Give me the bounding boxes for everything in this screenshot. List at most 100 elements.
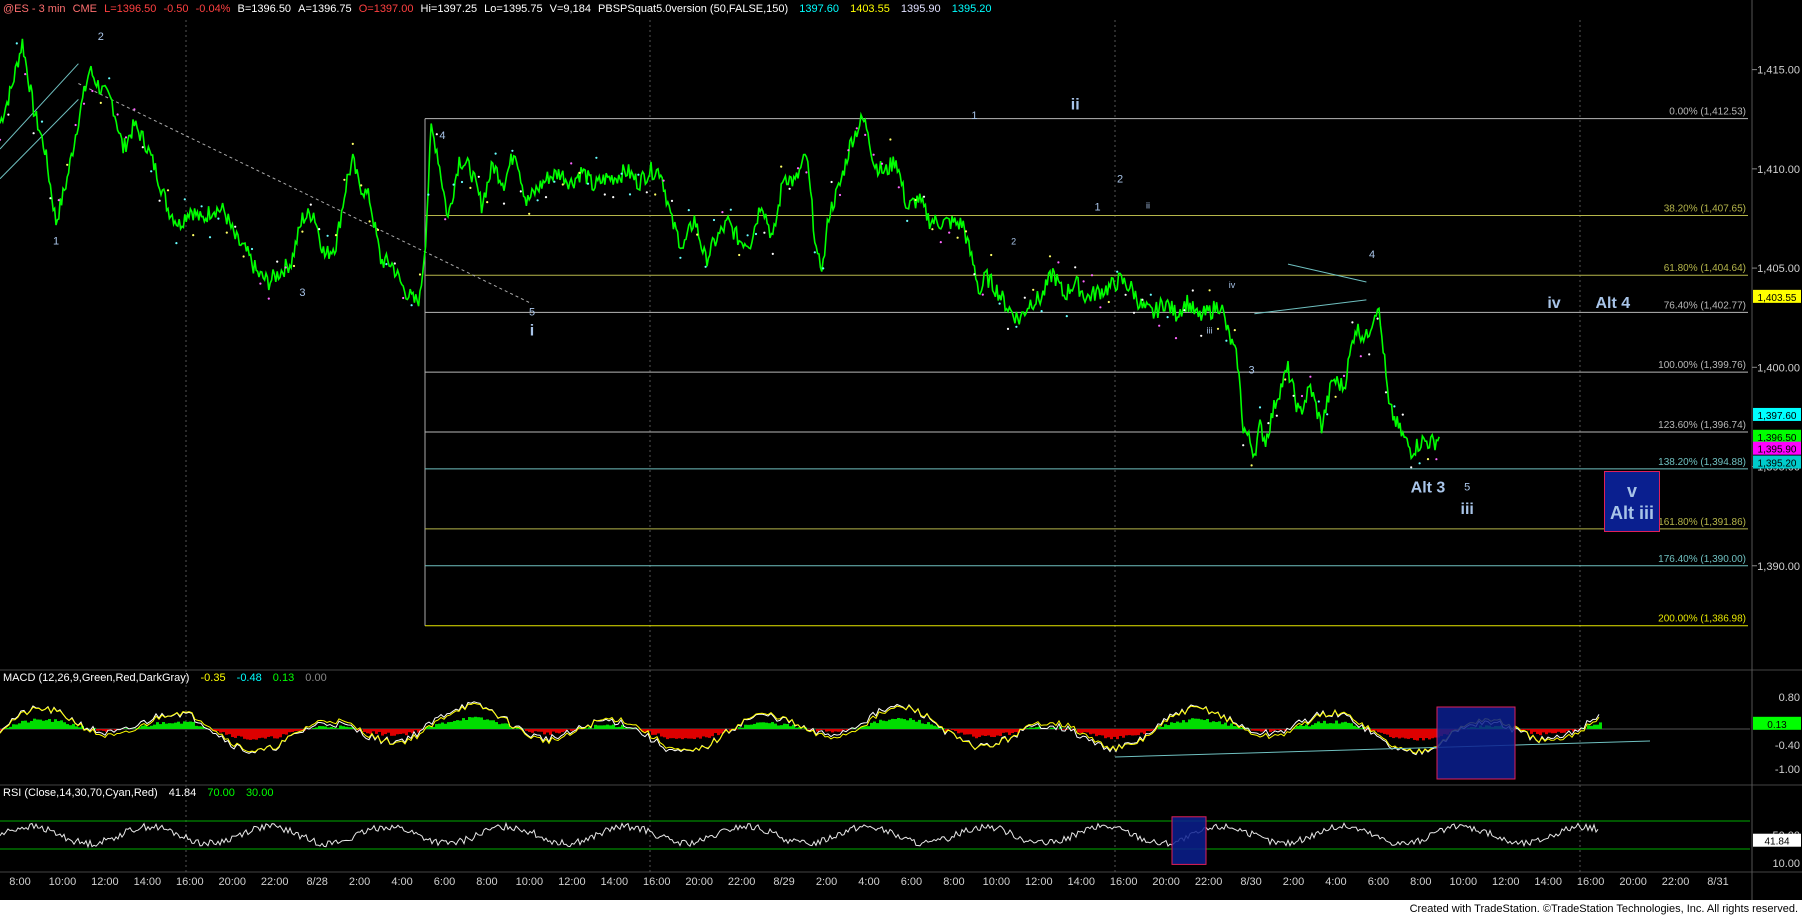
macd-histogram-bar	[474, 716, 477, 729]
macd-histogram-bar	[489, 720, 492, 729]
macd-histogram-bar	[795, 727, 798, 729]
rsi-value-2: 70.00	[207, 787, 235, 799]
macd-title[interactable]: MACD (12,26,9,Green,Red,DarkGray)	[3, 672, 189, 684]
macd-histogram-bar	[186, 721, 189, 729]
macd-histogram-bar	[888, 719, 891, 729]
fib-level-label: 138.20% (1,394.88)	[1658, 457, 1746, 468]
study-dot	[427, 193, 430, 196]
macd-histogram-bar	[96, 729, 99, 731]
study-dot	[1166, 316, 1169, 319]
macd-histogram-bar	[1092, 729, 1095, 734]
macd-histogram-bar	[18, 723, 21, 729]
chart-canvas[interactable]: 1,415.001,410.001,405.001,400.001,395.00…	[0, 0, 1802, 900]
macd-histogram-bar	[1308, 726, 1311, 729]
macd-histogram-bar	[786, 723, 789, 729]
macd-histogram-bar	[1269, 729, 1272, 733]
macd-histogram-bar	[546, 729, 549, 733]
macd-histogram-bar	[60, 720, 63, 729]
macd-histogram-bar	[393, 729, 396, 736]
macd-histogram-bar	[552, 729, 555, 732]
macd-histogram-bar	[978, 729, 981, 737]
study-dot	[166, 189, 170, 192]
macd-histogram-bar	[1164, 724, 1167, 729]
chart-window[interactable]: 1,415.001,410.001,405.001,400.001,395.00…	[0, 0, 1802, 920]
study-dot	[158, 199, 161, 202]
study-name[interactable]: PBSPSquat5.0version (50,FALSE,150)	[598, 3, 788, 15]
study-dot	[1284, 378, 1287, 381]
macd-histogram-bar	[228, 729, 231, 735]
macd-histogram-bar	[315, 727, 318, 729]
macd-histogram-bar	[1542, 729, 1545, 733]
macd-histogram-bar	[72, 723, 75, 729]
study-dot	[679, 256, 682, 259]
study-dot	[108, 77, 111, 80]
macd-histogram-bar	[1140, 729, 1143, 733]
study-dot	[1250, 464, 1253, 467]
study-dot	[1023, 296, 1026, 299]
macd-histogram-bar	[927, 722, 930, 729]
study-dot	[1342, 374, 1346, 377]
macd-histogram-bar	[660, 729, 663, 737]
macd-histogram-bar	[1113, 729, 1116, 737]
study-dot	[301, 230, 304, 233]
macd-histogram-bar	[774, 723, 777, 729]
macd-histogram-bar	[1206, 718, 1209, 729]
macd-histogram-bar	[669, 729, 672, 739]
x-tick-label: 10:00	[516, 876, 544, 888]
macd-histogram-bar	[1026, 728, 1029, 729]
study-dot	[1149, 293, 1152, 296]
macd-histogram-bar	[1545, 729, 1548, 735]
macd-histogram-bar	[75, 726, 78, 729]
study-dot	[217, 217, 220, 220]
macd-histogram-bar	[678, 729, 681, 739]
symbol-label[interactable]: @ES - 3 min	[3, 3, 66, 15]
ask-price: A=1396.75	[298, 3, 352, 15]
macd-histogram-bar	[1128, 729, 1131, 736]
study-dot	[309, 203, 312, 206]
macd-histogram-bar	[1146, 729, 1149, 732]
wave-label: 3	[1249, 364, 1255, 376]
x-tick-label: 6:00	[1368, 876, 1389, 888]
macd-histogram-bar	[981, 729, 984, 736]
macd-histogram-bar	[756, 722, 759, 729]
wave-label: 3	[299, 287, 305, 299]
study-dot	[1191, 289, 1194, 292]
rsi-title[interactable]: RSI (Close,14,30,70,Cyan,Red)	[3, 787, 158, 799]
study-dot	[452, 183, 455, 186]
x-tick-label: 10:00	[49, 876, 77, 888]
study-dot	[1141, 298, 1144, 301]
macd-histogram-bar	[327, 727, 330, 729]
macd-histogram-bar	[177, 721, 180, 729]
study-dot	[1057, 261, 1060, 264]
macd-histogram-bar	[1095, 729, 1098, 737]
macd-histogram-bar	[168, 723, 171, 729]
study-dot	[250, 247, 254, 251]
macd-histogram-bar	[192, 721, 195, 729]
macd-histogram-bar	[195, 725, 198, 729]
x-tick-label: 12:00	[1492, 876, 1520, 888]
macd-histogram-bar	[1314, 723, 1317, 729]
macd-histogram-bar	[1431, 729, 1434, 739]
exchange-label: CME	[72, 3, 98, 15]
study-dot	[410, 304, 413, 307]
macd-histogram-bar	[1260, 729, 1263, 732]
macd-histogram-bar	[273, 729, 276, 739]
macd-histogram-bar	[681, 729, 684, 740]
x-tick-label: 14:00	[1067, 876, 1095, 888]
fib-level-label: 200.00% (1,386.98)	[1658, 614, 1746, 625]
macd-histogram-bar	[108, 729, 111, 730]
macd-histogram-bar	[696, 729, 699, 738]
study-dot	[1200, 334, 1203, 337]
macd-histogram-bar	[102, 729, 105, 731]
macd-histogram-bar	[291, 729, 294, 732]
macd-histogram-bar	[297, 729, 300, 731]
study-dot	[948, 231, 951, 234]
wave-label: 1	[971, 110, 977, 122]
macd-histogram-bar	[1299, 724, 1302, 729]
wave-label: 2	[1117, 174, 1123, 186]
study-dot	[612, 196, 615, 199]
macd-histogram-bar	[438, 723, 441, 729]
study-dot	[284, 266, 287, 269]
x-tick-label: 12:00	[558, 876, 586, 888]
rsi-tick-label: 10.00	[1772, 858, 1800, 870]
